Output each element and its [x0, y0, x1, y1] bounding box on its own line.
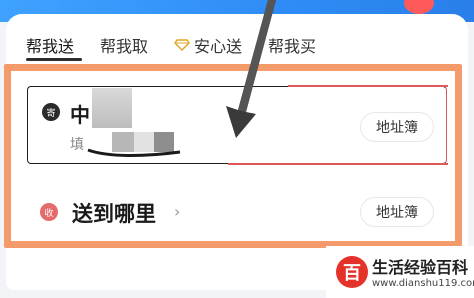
header-decoration	[404, 0, 434, 14]
sender-name: 中	[70, 103, 90, 127]
watermark-logo-icon: 百	[336, 256, 368, 288]
chevron-right-icon: ›	[174, 202, 181, 221]
tab-help-me-pickup[interactable]: 帮我取	[100, 33, 148, 57]
service-tabs: 帮我送 帮我取 安心送 帮我买	[26, 32, 342, 58]
watermark: 百 生活经验百科 www.dianshu119.com	[326, 246, 474, 298]
watermark-url: www.dianshu119.com	[372, 278, 474, 289]
receive-badge: 收	[40, 203, 58, 221]
sender-subtitle: 填	[70, 137, 84, 153]
tab-label: 帮我买	[268, 37, 317, 56]
privacy-mosaic	[92, 88, 132, 128]
privacy-mosaic	[112, 132, 134, 152]
privacy-mosaic	[154, 132, 174, 152]
tab-secure-send[interactable]: 安心送	[174, 33, 242, 57]
send-badge: 寄	[42, 103, 60, 121]
tab-label: 帮我取	[100, 37, 149, 56]
sender-address-book-button[interactable]: 地址簿	[360, 112, 434, 142]
privacy-mosaic	[134, 132, 154, 152]
destination-address-book-button[interactable]: 地址簿	[360, 197, 434, 227]
tab-help-me-buy[interactable]: 帮我买	[268, 33, 316, 57]
active-tab-indicator	[26, 58, 82, 61]
tab-label: 帮我送	[26, 37, 75, 56]
tab-label: 安心送	[194, 37, 243, 56]
watermark-title: 生活经验百科	[372, 258, 469, 277]
diamond-icon	[174, 39, 190, 51]
destination-title[interactable]: 送到哪里	[72, 198, 156, 228]
tab-help-me-send[interactable]: 帮我送	[26, 33, 74, 57]
